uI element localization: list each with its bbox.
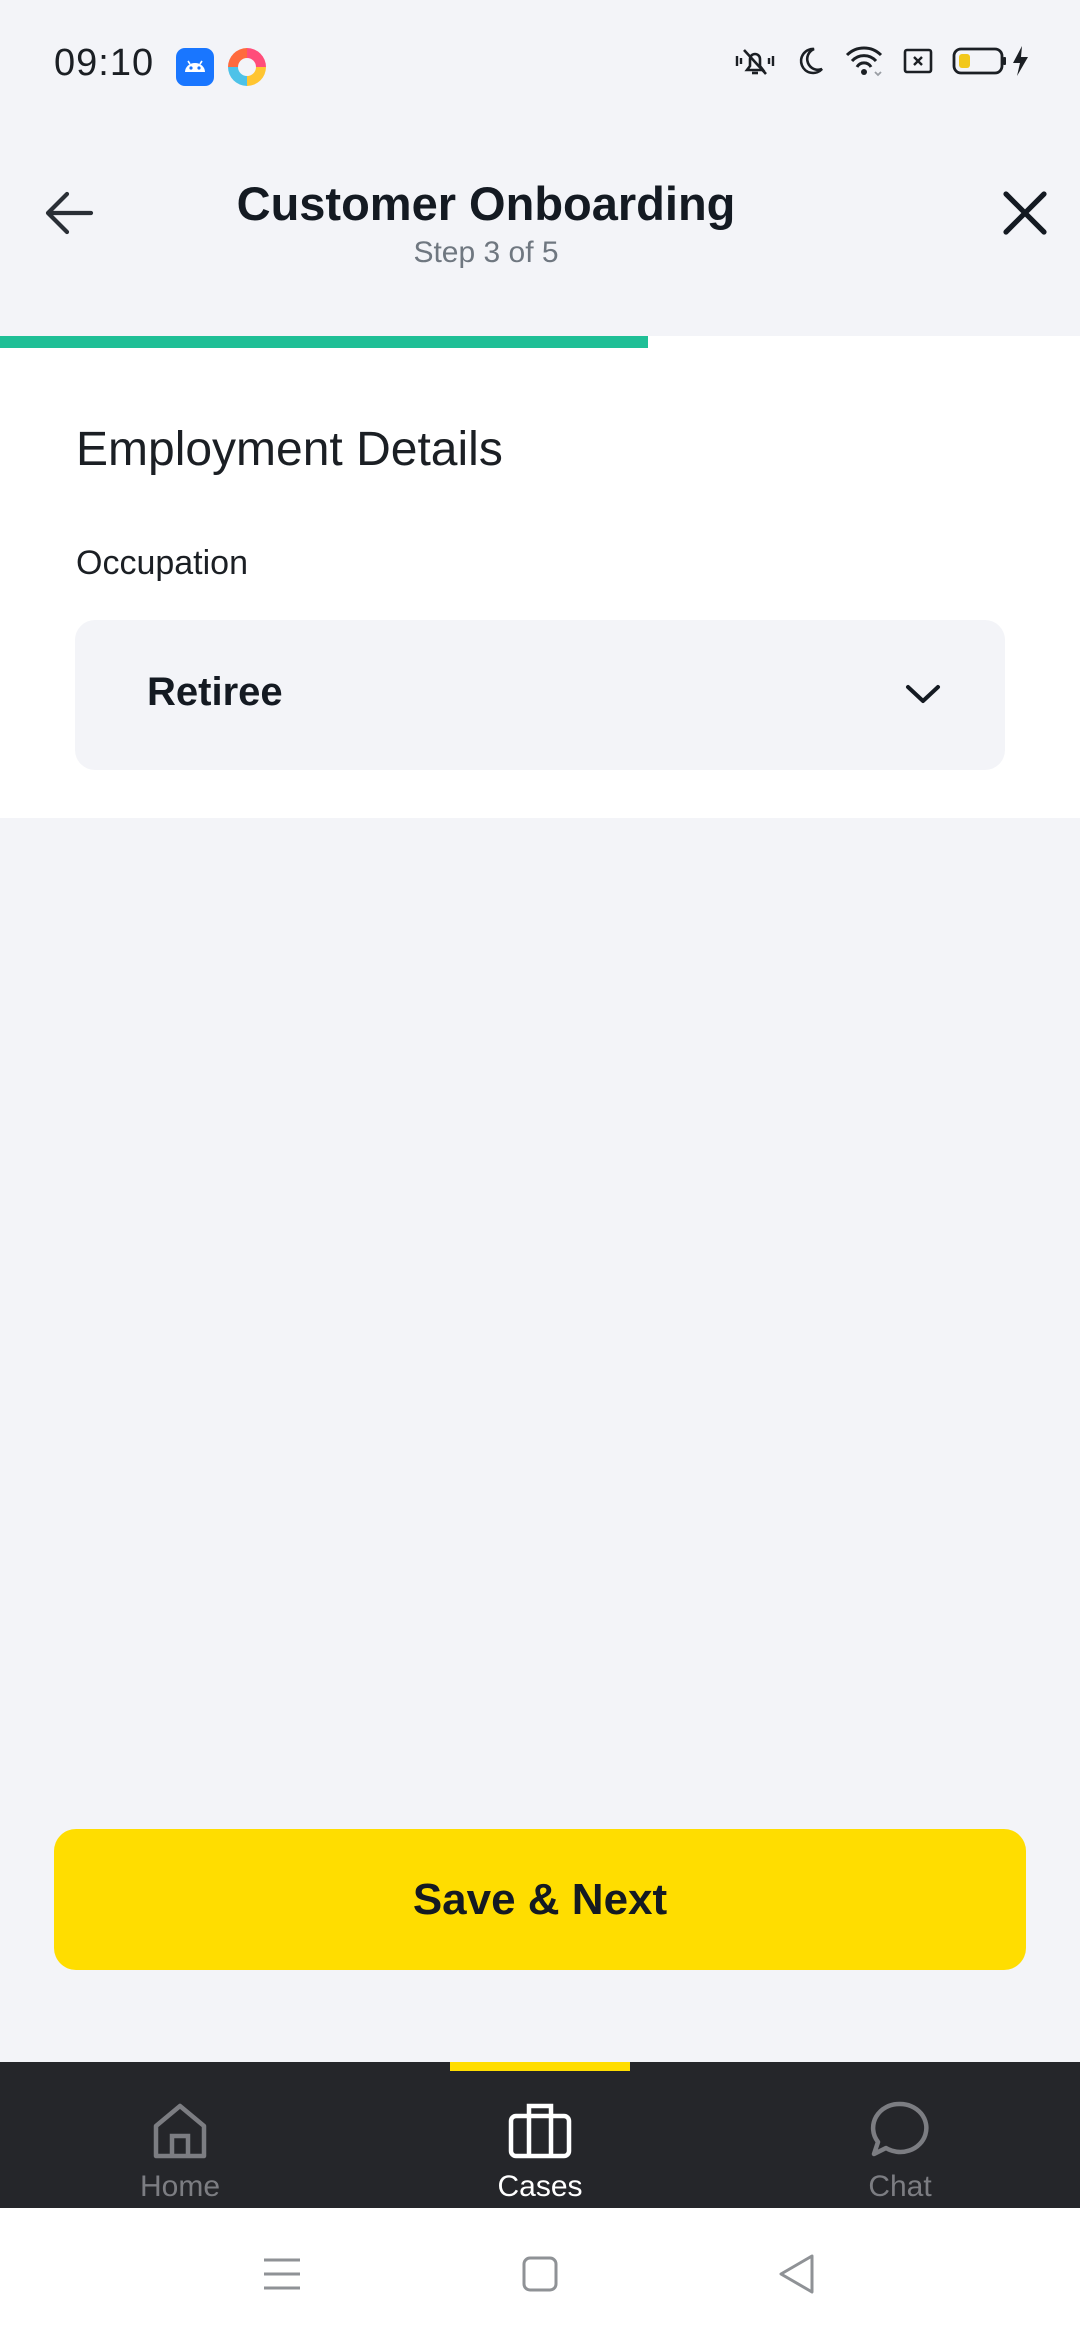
employment-details-card: Employment Details Occupation Retiree: [0, 348, 1080, 818]
onboarding-screen: 09:10 Customer Onboarding Step 3 of 5 Em…: [0, 0, 1080, 2340]
charging-bolt-icon: [1013, 46, 1028, 76]
menu-icon[interactable]: [258, 2250, 306, 2298]
step-indicator: Step 3 of 5: [413, 236, 559, 269]
screen-record-icon: [903, 48, 933, 74]
page-title: Customer Onboarding: [236, 177, 736, 230]
occupation-label: Occupation: [76, 544, 248, 582]
status-bar: 09:10: [0, 0, 1080, 130]
chevron-down-icon: [901, 672, 945, 716]
back-triangle-icon[interactable]: [772, 2250, 820, 2298]
home-icon: [153, 2103, 207, 2159]
save-next-button[interactable]: Save & Next: [54, 1829, 1026, 1970]
progress-bar: [0, 336, 1080, 348]
chat-bubble-icon: [870, 2101, 929, 2157]
status-time: 09:10: [54, 42, 155, 84]
occupation-value: Retiree: [147, 670, 283, 714]
battery-icon: [952, 47, 1006, 75]
nav-item-chat[interactable]: Chat: [720, 2062, 1080, 2208]
section-title: Employment Details: [76, 423, 503, 476]
bottom-nav: Home Cases Chat: [0, 2062, 1080, 2208]
vibrate-mute-icon: [735, 49, 775, 75]
nav-label-home: Home: [139, 2170, 221, 2203]
nav-item-cases[interactable]: Cases: [360, 2062, 720, 2208]
system-nav-bar: [0, 2208, 1080, 2340]
occupation-select[interactable]: Retiree: [75, 620, 1005, 770]
wifi-icon: [845, 46, 883, 77]
briefcase-icon: [508, 2103, 572, 2159]
android-app-icon: [176, 48, 214, 86]
progress-fill: [0, 336, 648, 348]
close-button[interactable]: [992, 180, 1058, 246]
close-icon: [1003, 191, 1047, 235]
nav-item-home[interactable]: Home: [0, 2062, 360, 2208]
colorful-app-icon: [228, 48, 266, 86]
do-not-disturb-moon-icon: [799, 47, 823, 75]
home-square-icon[interactable]: [516, 2250, 564, 2298]
status-icons: [732, 44, 1030, 78]
app-header: Customer Onboarding Step 3 of 5: [0, 130, 1080, 336]
nav-label-chat: Chat: [868, 2170, 932, 2203]
nav-label-cases: Cases: [497, 2170, 583, 2203]
